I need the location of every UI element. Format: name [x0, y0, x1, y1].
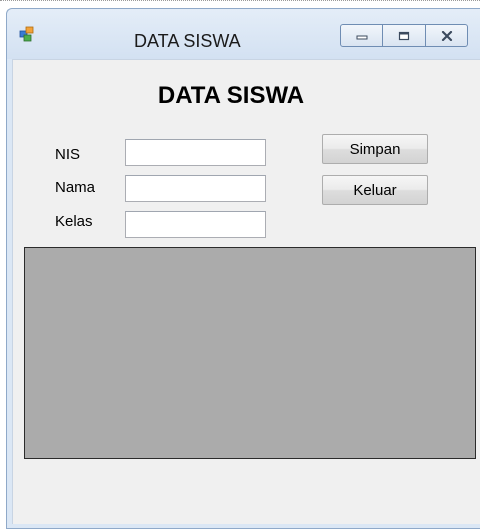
- minimize-icon: [356, 35, 367, 39]
- maximize-button[interactable]: [383, 24, 426, 47]
- data-grid[interactable]: [24, 247, 476, 459]
- nama-label: Nama: [55, 179, 96, 196]
- caption-buttons: [340, 24, 476, 48]
- nis-input[interactable]: [125, 139, 266, 166]
- screenshot-edge: [0, 0, 480, 1]
- minimize-button[interactable]: [340, 24, 383, 47]
- nama-input[interactable]: [125, 175, 266, 202]
- nis-label: NIS: [55, 146, 81, 163]
- title-bar[interactable]: DATA SISWA: [7, 9, 480, 59]
- app-window-icon: [19, 26, 35, 42]
- form-heading: DATA SISWA: [157, 82, 305, 109]
- maximize-icon: [398, 31, 410, 40]
- close-icon: [441, 30, 452, 41]
- kelas-input[interactable]: [125, 211, 266, 238]
- keluar-button[interactable]: Keluar: [322, 175, 428, 205]
- simpan-button[interactable]: Simpan: [322, 134, 428, 164]
- kelas-label: Kelas: [55, 213, 93, 230]
- close-button[interactable]: [426, 24, 468, 47]
- window-title: DATA SISWA: [134, 31, 241, 51]
